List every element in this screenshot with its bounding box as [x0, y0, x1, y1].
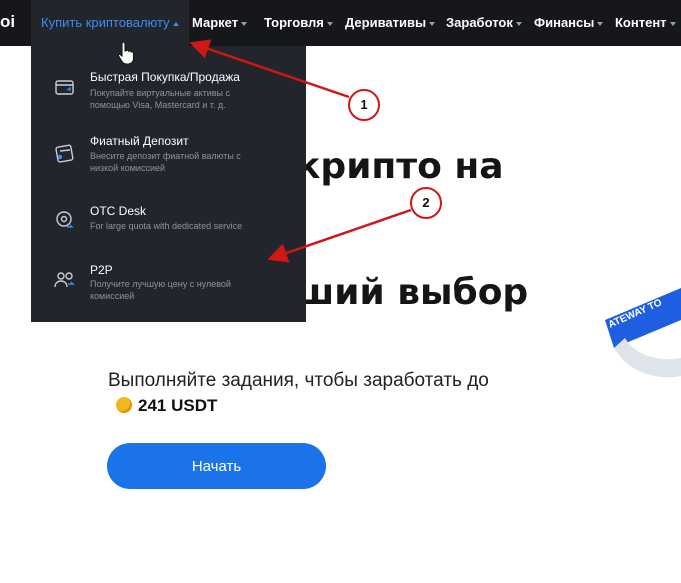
- annotation-marker-1: 1: [348, 89, 380, 121]
- arrow-2: [267, 208, 412, 263]
- annotation-marker-2: 2: [410, 187, 442, 219]
- arrow-1: [189, 39, 350, 99]
- annotation-arrows: [189, 39, 412, 263]
